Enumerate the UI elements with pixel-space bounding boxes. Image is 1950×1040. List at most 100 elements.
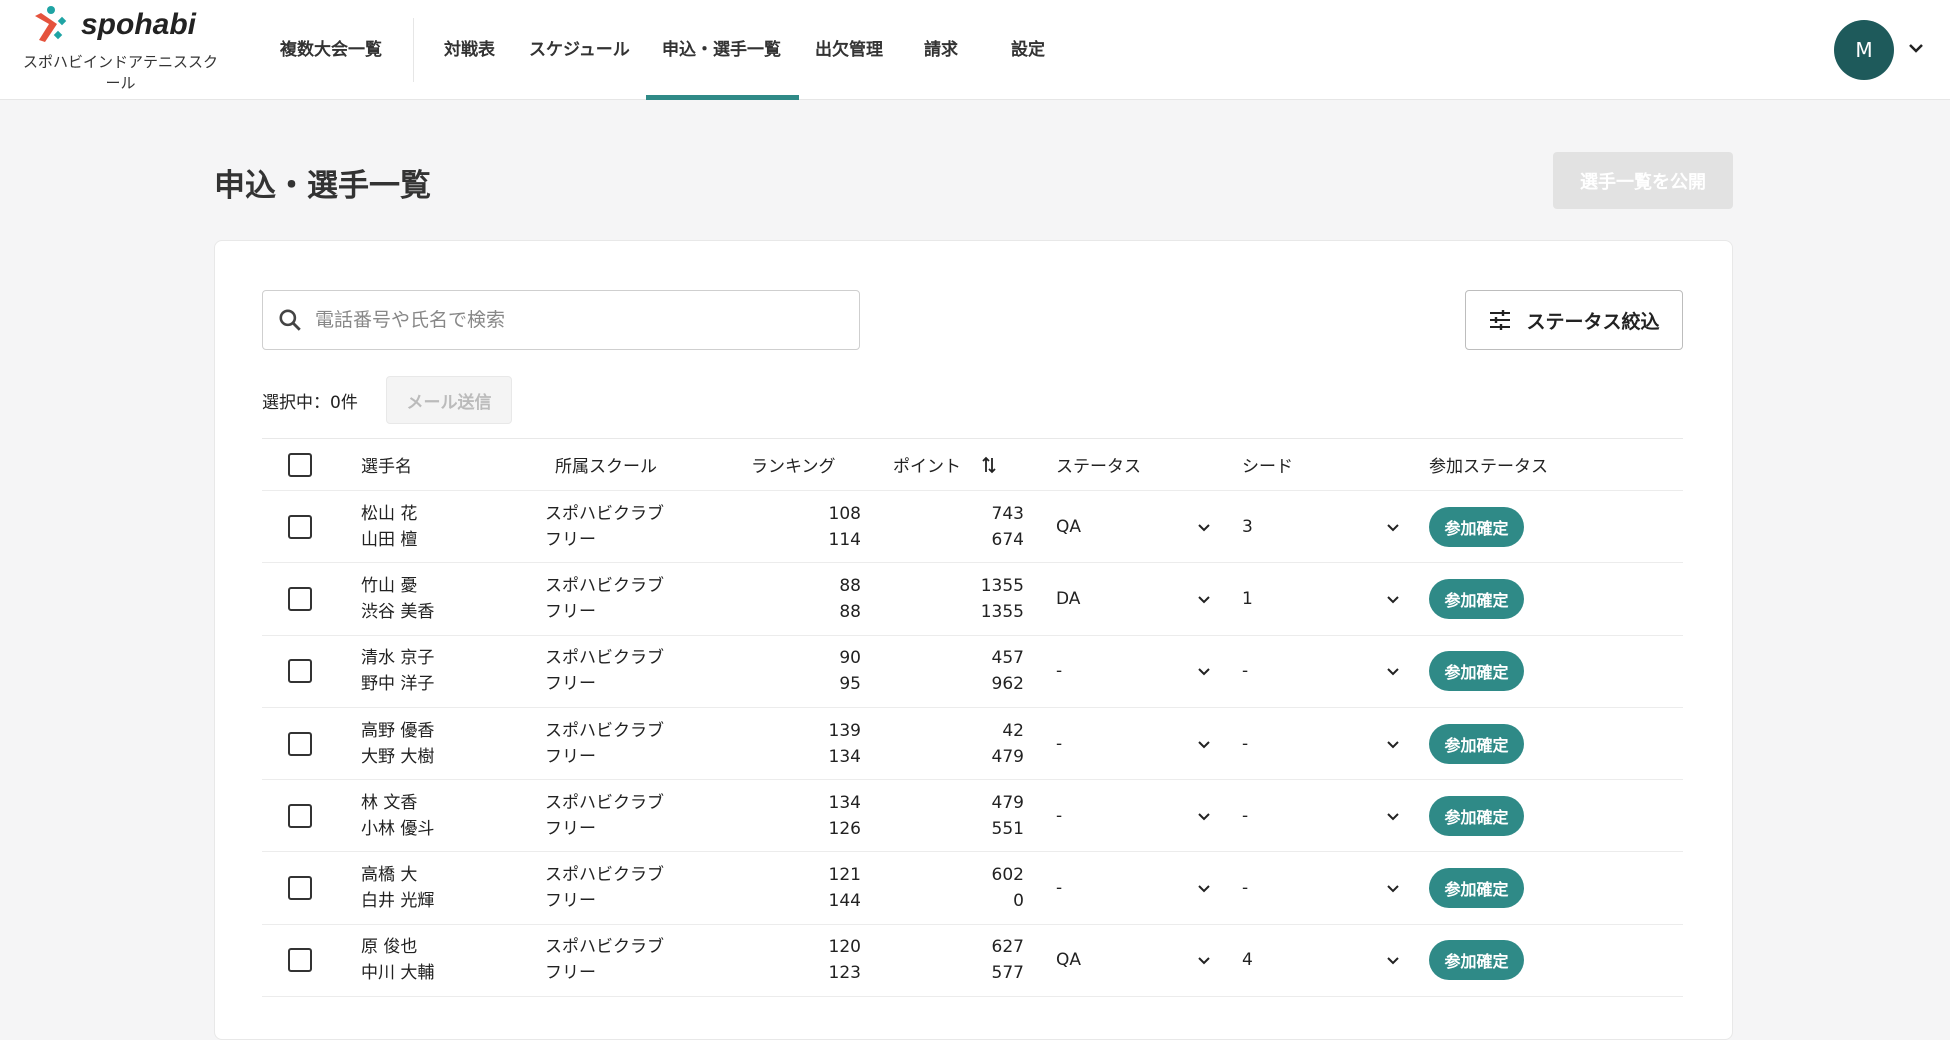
- nav-multi-tournaments[interactable]: 複数大会一覧: [280, 35, 382, 60]
- nav-bracket[interactable]: 対戦表: [444, 35, 495, 60]
- partner-ranking: 126: [828, 818, 861, 839]
- seed-select[interactable]: -: [1242, 734, 1429, 754]
- players-table: 選手名 所属スクール ランキング ポイント ステータス シード 参加ステータス …: [262, 438, 1683, 998]
- partner-name: 中川 大輔: [361, 963, 435, 984]
- seed-select[interactable]: 3: [1242, 517, 1429, 537]
- chevron-down-icon: [1198, 957, 1210, 965]
- status-select[interactable]: QA: [1024, 517, 1242, 537]
- partner-ranking: 123: [828, 963, 861, 984]
- participation-status-badge[interactable]: 参加確定: [1429, 795, 1524, 836]
- header-points: ポイント: [893, 457, 961, 477]
- player-ranking: 121: [828, 865, 861, 886]
- status-select[interactable]: QA: [1024, 950, 1242, 970]
- chevron-down-icon: [1198, 740, 1210, 748]
- seed-select[interactable]: -: [1242, 806, 1429, 826]
- row-checkbox[interactable]: [288, 586, 312, 611]
- chevron-down-icon: [1387, 957, 1399, 965]
- seed-select[interactable]: 4: [1242, 950, 1429, 970]
- partner-school: フリー: [545, 818, 596, 839]
- status-filter-button[interactable]: ステータス絞込: [1465, 290, 1683, 350]
- logo-text: spohabi: [81, 8, 197, 41]
- seed-value: -: [1242, 805, 1249, 826]
- nav-attendance[interactable]: 出欠管理: [815, 35, 883, 60]
- player-school: スポハビクラブ: [545, 503, 664, 524]
- player-school: スポハビクラブ: [545, 865, 664, 886]
- table-row: 林 文香 小林 優斗 スポハビクラブ フリー 134 126 479 551 - - 参加確定: [262, 780, 1683, 853]
- status-value: -: [1056, 661, 1063, 682]
- status-value: -: [1056, 733, 1063, 754]
- chevron-down-icon: [1198, 668, 1210, 676]
- participation-status-badge[interactable]: 参加確定: [1429, 651, 1524, 692]
- status-filter-label: ステータス絞込: [1526, 311, 1660, 333]
- partner-school: フリー: [545, 746, 596, 767]
- partner-name: 渋谷 美香: [361, 601, 435, 622]
- sort-icon[interactable]: [981, 455, 997, 475]
- header-points-sort[interactable]: ポイント: [861, 452, 1024, 477]
- nav-settings[interactable]: 設定: [1011, 35, 1045, 60]
- table-row: 松山 花山田 檀 スポハビクラブ フリー 108 114 743 674 QA 3 参加確定: [262, 491, 1683, 564]
- partner-ranking: 144: [828, 891, 861, 912]
- nav-schedule[interactable]: スケジュール: [529, 35, 630, 60]
- row-checkbox[interactable]: [288, 514, 312, 539]
- seed-value: -: [1242, 733, 1249, 754]
- participation-status-badge[interactable]: 参加確定: [1429, 578, 1524, 619]
- row-checkbox[interactable]: [288, 803, 312, 828]
- send-mail-button[interactable]: メール送信: [386, 376, 512, 424]
- seed-select[interactable]: 1: [1242, 589, 1429, 609]
- status-value: -: [1056, 878, 1063, 899]
- partner-ranking: 134: [828, 746, 861, 767]
- status-value: QA: [1056, 950, 1082, 971]
- row-checkbox[interactable]: [288, 948, 312, 973]
- chevron-down-icon: [1198, 813, 1210, 821]
- participation-status-badge[interactable]: 参加確定: [1429, 940, 1524, 981]
- seed-select[interactable]: -: [1242, 878, 1429, 898]
- participation-status-badge[interactable]: 参加確定: [1429, 868, 1524, 909]
- partner-name: 野中 洋子: [361, 674, 435, 695]
- partner-school: フリー: [545, 963, 596, 984]
- nav-entries[interactable]: 申込・選手一覧: [662, 35, 781, 60]
- player-school: スポハビクラブ: [545, 720, 664, 741]
- search-box[interactable]: [262, 290, 860, 350]
- participation-status-badge[interactable]: 参加確定: [1429, 723, 1524, 764]
- chevron-down-icon: [1387, 523, 1399, 532]
- partner-points: 674: [991, 529, 1024, 550]
- player-points: 627: [991, 937, 1024, 958]
- player-points: 42: [1002, 720, 1024, 741]
- status-select[interactable]: DA: [1024, 589, 1242, 609]
- search-input[interactable]: [315, 309, 835, 331]
- row-checkbox[interactable]: [288, 659, 312, 684]
- seed-value: -: [1242, 661, 1249, 682]
- player-name: 竹山 憂: [361, 575, 418, 596]
- player-school: スポハビクラブ: [545, 792, 664, 813]
- table-row: 清水 京子 野中 洋子 スポハビクラブ フリー 90 95 457 962 - - 参加確定: [262, 636, 1683, 708]
- chevron-down-icon: [1198, 885, 1210, 893]
- active-tab-indicator: [646, 95, 799, 100]
- chevron-down-icon: [1387, 813, 1399, 821]
- row-checkbox[interactable]: [288, 876, 312, 901]
- chevron-down-icon[interactable]: [1906, 38, 1926, 58]
- player-school: スポハビクラブ: [545, 648, 664, 669]
- header-school: 所属スクール: [555, 457, 657, 477]
- status-select[interactable]: -: [1024, 661, 1242, 681]
- player-school: スポハビクラブ: [545, 575, 664, 596]
- publish-player-list-button[interactable]: 選手一覧を公開: [1553, 152, 1733, 209]
- seed-select[interactable]: -: [1242, 661, 1429, 681]
- row-checkbox[interactable]: [288, 731, 312, 756]
- chevron-down-icon: [1387, 596, 1399, 604]
- select-all-checkbox[interactable]: [288, 452, 312, 477]
- table-row: 原 俊也 中川 大輔 スポハビクラブ フリー 120 123 627 577 QA 4 参加確定: [262, 925, 1683, 998]
- status-select[interactable]: -: [1024, 806, 1242, 826]
- status-select[interactable]: -: [1024, 878, 1242, 898]
- status-select[interactable]: -: [1024, 734, 1242, 754]
- avatar[interactable]: M: [1834, 20, 1894, 80]
- seed-value: 4: [1242, 950, 1253, 971]
- logo[interactable]: spohabi: [31, 4, 196, 46]
- partner-school: フリー: [545, 891, 596, 912]
- page-title: 申込・選手一覧: [214, 168, 431, 204]
- seed-value: 3: [1242, 516, 1253, 537]
- partner-school: フリー: [545, 601, 596, 622]
- participation-status-badge[interactable]: 参加確定: [1429, 506, 1524, 547]
- player-ranking: 90: [839, 648, 861, 669]
- nav-billing[interactable]: 請求: [924, 35, 958, 60]
- player-ranking: 134: [828, 792, 861, 813]
